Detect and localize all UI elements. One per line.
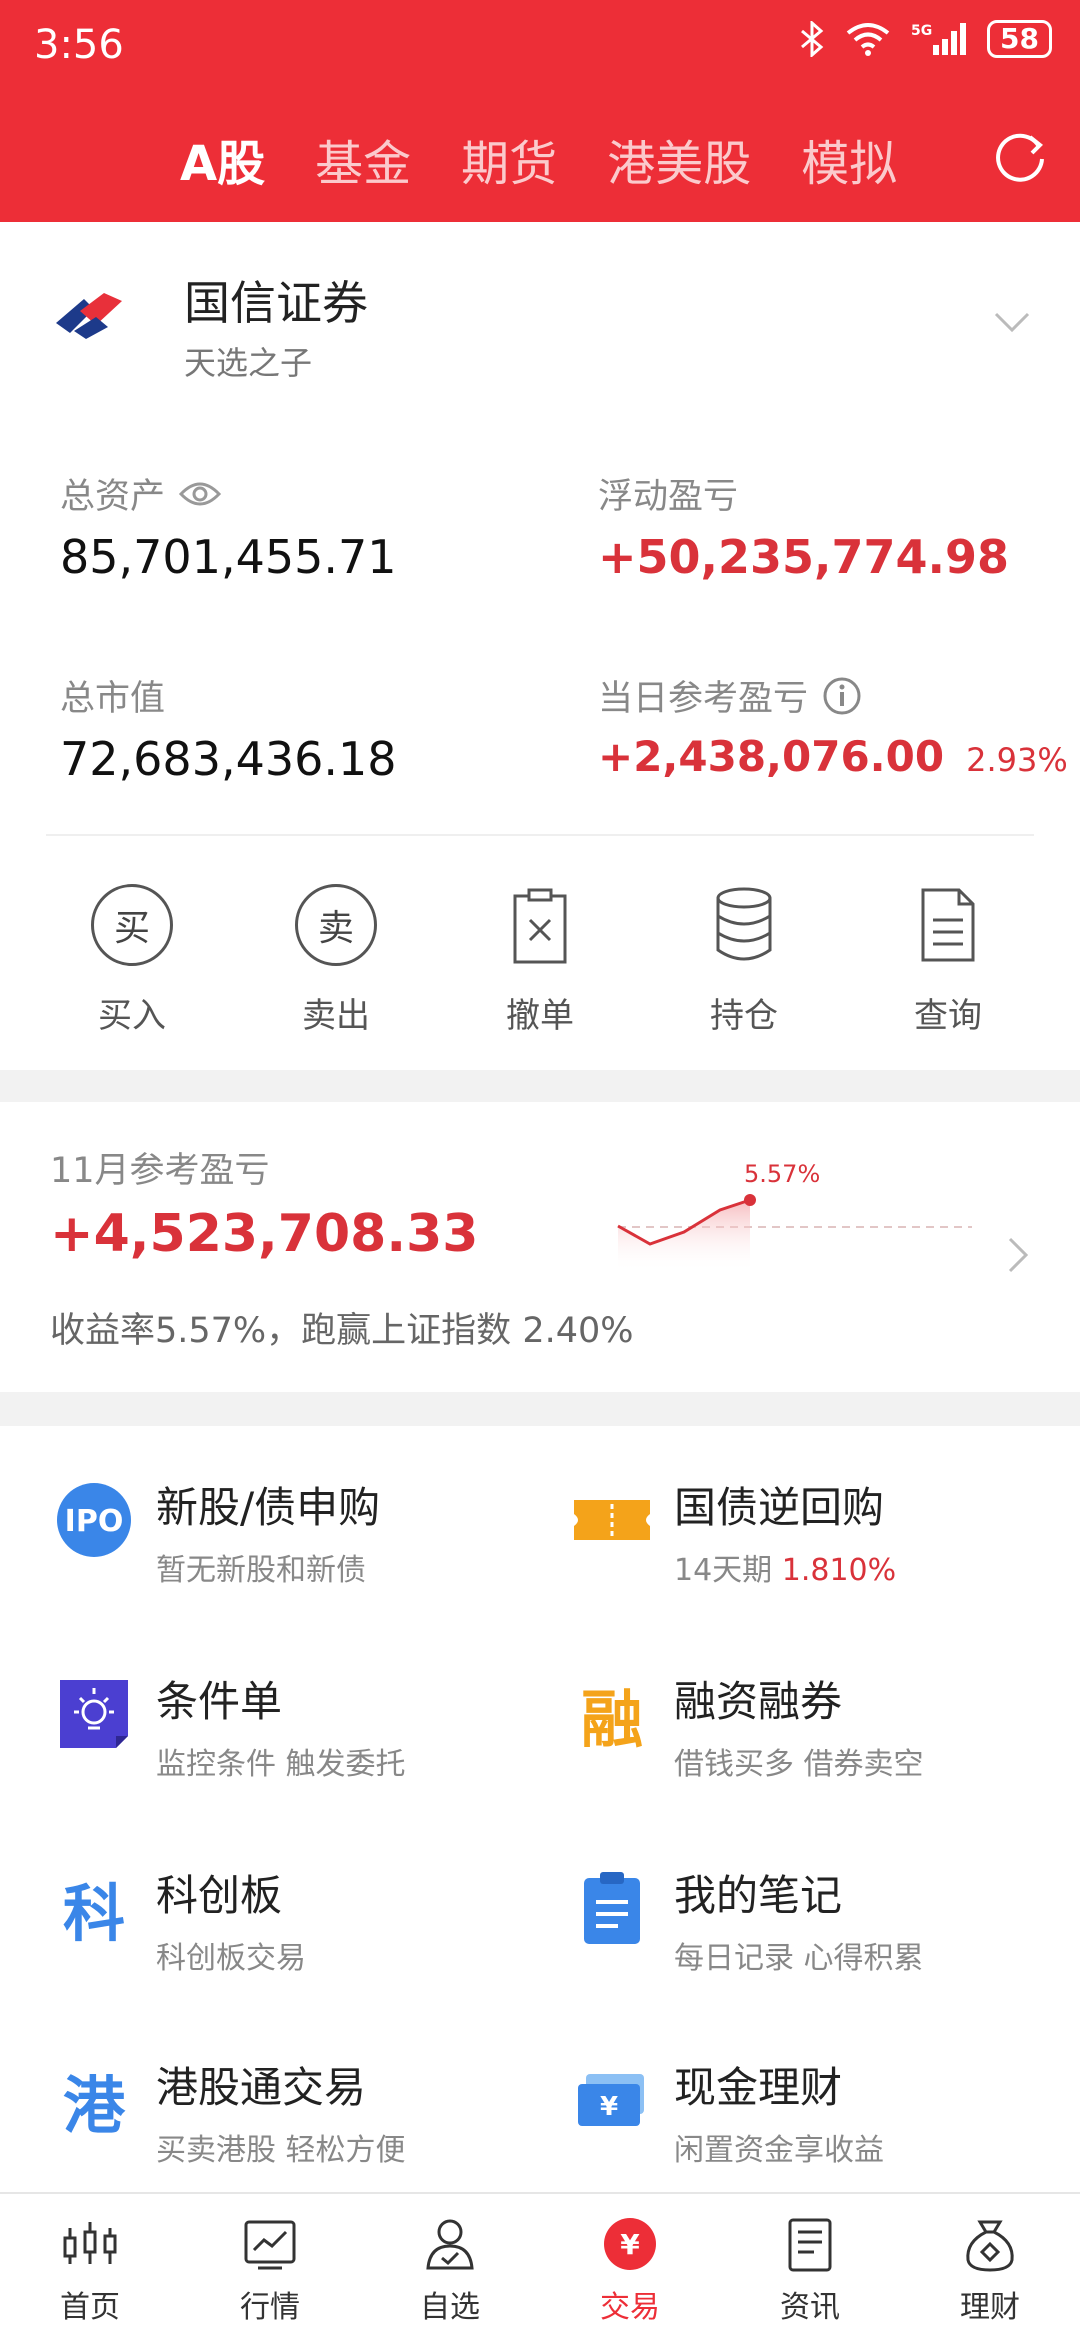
conditional-order-item[interactable]: 条件单 监控条件 触发委托 bbox=[54, 1668, 406, 1783]
hk-connect-icon: 港 bbox=[62, 2069, 125, 2142]
battery-indicator: 58 bbox=[987, 20, 1052, 58]
sparkline-end-point bbox=[744, 1194, 756, 1206]
market-tabs: A股 基金 期货 港美股 模拟 bbox=[180, 124, 897, 194]
eye-icon[interactable] bbox=[179, 480, 222, 508]
daily-pl-percent: 2.93% bbox=[966, 741, 1068, 779]
margin-icon: 融 bbox=[580, 1683, 643, 1756]
market-value-value: 72,683,436.18 bbox=[60, 732, 397, 786]
sell-icon: 卖 bbox=[293, 882, 379, 968]
status-time: 3:56 bbox=[34, 22, 124, 68]
ticket-icon bbox=[574, 1500, 650, 1540]
ipo-icon: IPO bbox=[57, 1483, 131, 1557]
lightbulb-icon bbox=[60, 1680, 128, 1748]
header: 3:56 5G 58 A股 基金 期货 港美股 模拟 bbox=[0, 0, 1080, 222]
ipo-subscribe-item[interactable]: IPO 新股/债申购 暂无新股和新债 bbox=[54, 1474, 380, 1589]
trade-actions: 买 买入 卖 卖出 撤单 持仓 查询 bbox=[0, 882, 1080, 1037]
buy-button[interactable]: 买 买入 bbox=[57, 882, 207, 1037]
trade-yen-icon: ¥ bbox=[604, 2218, 656, 2270]
monthly-pl-label: 11月参考盈亏 bbox=[50, 1151, 270, 1191]
nav-news[interactable]: 资讯 bbox=[720, 2194, 900, 2333]
my-notes-item[interactable]: 我的笔记 每日记录 心得积累 bbox=[572, 1862, 924, 1977]
tab-funds[interactable]: 基金 bbox=[315, 124, 411, 194]
bottom-nav: 首页 行情 自选 ¥ 交易 资讯 理财 bbox=[0, 2192, 1080, 2333]
chevron-right-icon[interactable] bbox=[1008, 1237, 1030, 1273]
account-nickname: 天选之子 bbox=[184, 344, 313, 382]
star-market-item[interactable]: 科 科创板 科创板交易 bbox=[54, 1862, 306, 1977]
home-candles-icon bbox=[63, 2222, 117, 2264]
broker-name[interactable]: 国信证券 bbox=[184, 267, 368, 333]
notes-icon bbox=[584, 1872, 640, 1944]
svg-text:IPO: IPO bbox=[65, 1504, 124, 1539]
total-assets-value: 85,701,455.71 bbox=[60, 530, 397, 584]
account-card: 国信证券 天选之子 总资产 85,701,455.71 浮动盈亏 +50,235… bbox=[0, 222, 1080, 1070]
daily-pl-label: 当日参考盈亏 bbox=[598, 670, 862, 721]
floating-pl-value: +50,235,774.98 bbox=[598, 530, 1010, 584]
trade-page: 3:56 5G 58 A股 基金 期货 港美股 模拟 国信证券 天选之子 总资产… bbox=[0, 0, 1080, 2333]
status-bar-icons: 5G 58 bbox=[799, 20, 1052, 58]
signal-5g-icon: 5G bbox=[911, 23, 967, 55]
tab-simulation[interactable]: 模拟 bbox=[801, 124, 897, 194]
refresh-icon[interactable] bbox=[990, 125, 1050, 185]
cash-management-item[interactable]: ¥ 现金理财 闲置资金享收益 bbox=[572, 2054, 884, 2169]
sparkline-label: 5.57% bbox=[744, 1160, 820, 1188]
info-icon[interactable] bbox=[822, 676, 862, 716]
star-market-icon: 科 bbox=[62, 1877, 125, 1950]
tab-hk-us-stocks[interactable]: 港美股 bbox=[607, 124, 751, 194]
buy-icon: 买 bbox=[89, 882, 175, 968]
nav-wealth[interactable]: 理财 bbox=[900, 2194, 1080, 2333]
nav-trade[interactable]: ¥ 交易 bbox=[540, 2194, 720, 2333]
bluetooth-icon bbox=[801, 21, 824, 57]
nav-home[interactable]: 首页 bbox=[0, 2194, 180, 2333]
monthly-sparkline: 5.57% bbox=[617, 1160, 972, 1272]
watchlist-person-icon bbox=[426, 2219, 474, 2270]
feature-grid: IPO 新股/债申购 暂无新股和新债 国债逆回购 14天期 1.810% 条件单… bbox=[0, 1426, 1080, 2192]
wealth-bag-icon bbox=[966, 2220, 1014, 2272]
floating-pl-label: 浮动盈亏 bbox=[598, 477, 739, 517]
tab-futures[interactable]: 期货 bbox=[461, 124, 557, 194]
nav-watchlist[interactable]: 自选 bbox=[360, 2194, 540, 2333]
divider bbox=[46, 834, 1034, 836]
query-button[interactable]: 查询 bbox=[873, 882, 1023, 1037]
repo-rate: 1.810% bbox=[781, 1553, 897, 1588]
holdings-icon bbox=[716, 887, 772, 961]
cash-icon: ¥ bbox=[578, 2074, 644, 2126]
chevron-down-icon[interactable] bbox=[994, 312, 1030, 334]
margin-trading-item[interactable]: 融 融资融券 借钱买多 借券卖空 bbox=[572, 1668, 924, 1783]
market-value-label: 总市值 bbox=[60, 679, 166, 719]
cancel-order-button[interactable]: 撤单 bbox=[465, 882, 615, 1037]
news-icon bbox=[788, 2218, 832, 2272]
reverse-repo-item[interactable]: 国债逆回购 14天期 1.810% bbox=[572, 1474, 896, 1589]
cancel-order-icon bbox=[513, 888, 567, 964]
query-icon bbox=[921, 888, 975, 962]
sell-button[interactable]: 卖 卖出 bbox=[261, 882, 411, 1037]
wifi-icon bbox=[846, 23, 890, 56]
svg-text:5G: 5G bbox=[911, 23, 932, 39]
broker-logo bbox=[56, 293, 122, 339]
monthly-pl-card[interactable]: 11月参考盈亏 +4,523,708.33 收益率5.57%，跑赢上证指数 2.… bbox=[0, 1102, 1080, 1392]
holdings-button[interactable]: 持仓 bbox=[669, 882, 819, 1037]
hk-connect-item[interactable]: 港 港股通交易 买卖港股 轻松方便 bbox=[54, 2054, 406, 2169]
svg-text:¥: ¥ bbox=[620, 2228, 640, 2261]
svg-text:¥: ¥ bbox=[600, 2092, 618, 2122]
nav-market[interactable]: 行情 bbox=[180, 2194, 360, 2333]
total-assets-label: 总资产 bbox=[60, 468, 222, 519]
monthly-pl-value: +4,523,708.33 bbox=[50, 1204, 479, 1264]
market-chart-icon bbox=[244, 2220, 296, 2270]
monthly-return-summary: 收益率5.57%，跑赢上证指数 2.40% bbox=[50, 1311, 634, 1351]
tab-a-shares[interactable]: A股 bbox=[180, 124, 265, 194]
daily-pl-value: +2,438,076.00 2.93% bbox=[598, 732, 1068, 781]
